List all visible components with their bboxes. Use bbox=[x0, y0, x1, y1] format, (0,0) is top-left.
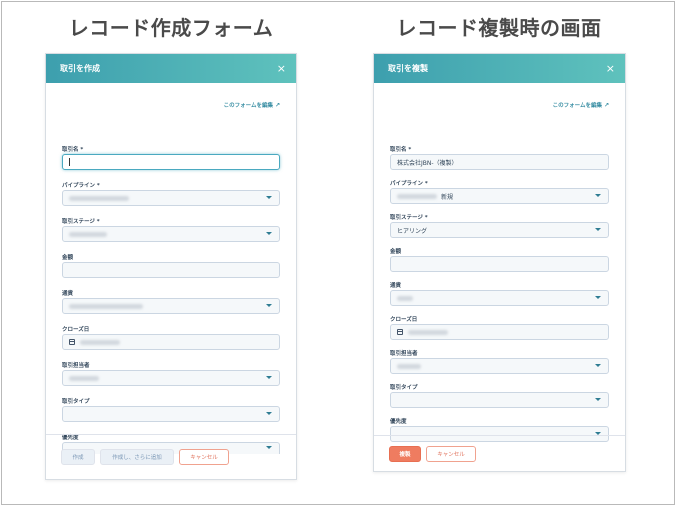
label-pipeline: パイプライン * bbox=[390, 181, 428, 187]
currency-select[interactable] bbox=[390, 290, 609, 306]
deal-stage-select[interactable] bbox=[62, 226, 280, 242]
owner-select[interactable] bbox=[62, 370, 280, 386]
field-amount: 金額 bbox=[62, 253, 280, 278]
field-close-date: クローズ日 bbox=[390, 315, 609, 340]
blurred-value bbox=[397, 295, 413, 301]
field-deal-stage: 取引ステージ * bbox=[62, 217, 280, 242]
deal-name-input[interactable]: 株式会社JBN-（複製） bbox=[390, 154, 609, 170]
label-owner: 取引担当者 bbox=[390, 351, 418, 357]
modal-footer: 複製 キャンセル bbox=[374, 435, 625, 471]
pipeline-select[interactable]: 新規 bbox=[390, 188, 609, 204]
field-owner: 取引担当者 bbox=[62, 361, 280, 386]
modal-header: 取引を複製 × bbox=[374, 54, 625, 83]
external-link-icon: ↗ bbox=[603, 101, 609, 109]
field-pipeline: パイプライン * bbox=[62, 181, 280, 206]
external-link-icon: ↗ bbox=[274, 101, 280, 109]
owner-select[interactable] bbox=[390, 358, 609, 374]
label-amount: 金額 bbox=[62, 255, 74, 261]
calendar-icon bbox=[397, 329, 403, 335]
chevron-down-icon bbox=[266, 232, 272, 235]
field-currency: 通貨 bbox=[62, 289, 280, 314]
caption-create-form: レコード作成フォーム bbox=[68, 16, 274, 40]
close-date-input[interactable] bbox=[390, 324, 609, 340]
pipeline-value: 新規 bbox=[441, 193, 454, 201]
chevron-down-icon bbox=[595, 398, 601, 401]
field-deal-type: 取引タイプ bbox=[62, 397, 280, 422]
chevron-down-icon bbox=[595, 194, 601, 197]
field-deal-stage: 取引ステージ * ヒアリング bbox=[390, 213, 609, 238]
blurred-value bbox=[69, 375, 99, 381]
label-deal-name: 取引名 * bbox=[62, 147, 84, 153]
close-date-input[interactable] bbox=[62, 334, 280, 350]
field-deal-name: 取引名 * bbox=[62, 145, 280, 170]
label-deal-name: 取引名 * bbox=[390, 147, 412, 153]
label-pipeline: パイプライン * bbox=[62, 183, 100, 189]
clone-button[interactable]: 複製 bbox=[389, 445, 421, 462]
field-deal-type: 取引タイプ bbox=[390, 383, 609, 408]
chevron-down-icon bbox=[266, 376, 272, 379]
blurred-value bbox=[80, 339, 120, 345]
label-deal-stage: 取引ステージ * bbox=[62, 219, 100, 225]
label-deal-type: 取引タイプ bbox=[62, 399, 90, 405]
cancel-button[interactable]: キャンセル bbox=[426, 445, 476, 462]
blurred-value bbox=[408, 329, 448, 335]
label-deal-stage: 取引ステージ * bbox=[390, 215, 428, 221]
field-pipeline: パイプライン * 新規 bbox=[390, 179, 609, 204]
modal-header: 取引を作成 × bbox=[46, 54, 296, 83]
caption-clone-form: レコード複製時の画面 bbox=[396, 16, 602, 40]
label-amount: 金額 bbox=[390, 249, 402, 255]
chevron-down-icon bbox=[595, 364, 601, 367]
modal-footer: 作成 作成し、さらに追加 キャンセル bbox=[46, 434, 296, 479]
deal-stage-value: ヒアリング bbox=[397, 227, 428, 235]
create-deal-modal: 取引を作成 × このフォームを編集 ↗ 取引名 * パイプライン * 取引ステー… bbox=[45, 53, 297, 480]
create-button[interactable]: 作成 bbox=[61, 449, 95, 465]
text-caret bbox=[69, 158, 70, 166]
blurred-value bbox=[69, 303, 143, 309]
clone-deal-modal: 取引を複製 × このフォームを編集 ↗ 取引名 * 株式会社JBN-（複製） パ… bbox=[373, 53, 626, 472]
currency-select[interactable] bbox=[62, 298, 280, 314]
label-currency: 通貨 bbox=[62, 291, 74, 297]
amount-input[interactable] bbox=[62, 262, 280, 278]
label-close-date: クローズ日 bbox=[62, 327, 90, 333]
close-icon[interactable]: × bbox=[277, 63, 286, 74]
edit-form-label: このフォームを編集 bbox=[552, 103, 602, 109]
field-deal-name: 取引名 * 株式会社JBN-（複製） bbox=[390, 145, 609, 170]
modal-title: 取引を複製 bbox=[388, 64, 428, 73]
deal-name-value: 株式会社JBN-（複製） bbox=[397, 159, 458, 167]
label-owner: 取引担当者 bbox=[62, 363, 90, 369]
chevron-down-icon bbox=[595, 296, 601, 299]
edit-form-link[interactable]: このフォームを編集 ↗ bbox=[223, 101, 280, 110]
deal-type-select[interactable] bbox=[62, 406, 280, 422]
deal-name-input[interactable] bbox=[62, 154, 280, 170]
blurred-value bbox=[69, 195, 129, 201]
chevron-down-icon bbox=[595, 228, 601, 231]
edit-form-link[interactable]: このフォームを編集 ↗ bbox=[552, 101, 609, 110]
deal-type-select[interactable] bbox=[390, 392, 609, 408]
chevron-down-icon bbox=[266, 196, 272, 199]
create-and-add-button[interactable]: 作成し、さらに追加 bbox=[100, 449, 174, 465]
label-deal-type: 取引タイプ bbox=[390, 385, 418, 391]
modal-title: 取引を作成 bbox=[60, 64, 100, 73]
calendar-icon bbox=[69, 339, 75, 345]
chevron-down-icon bbox=[266, 304, 272, 307]
field-currency: 通貨 bbox=[390, 281, 609, 306]
blurred-value bbox=[397, 363, 421, 369]
chevron-down-icon bbox=[266, 412, 272, 415]
field-close-date: クローズ日 bbox=[62, 325, 280, 350]
blurred-value bbox=[397, 193, 437, 199]
label-currency: 通貨 bbox=[390, 283, 402, 289]
blurred-value bbox=[69, 231, 107, 237]
field-owner: 取引担当者 bbox=[390, 349, 609, 374]
pipeline-select[interactable] bbox=[62, 190, 280, 206]
field-amount: 金額 bbox=[390, 247, 609, 272]
close-icon[interactable]: × bbox=[606, 63, 615, 74]
edit-form-label: このフォームを編集 bbox=[223, 103, 273, 109]
label-priority: 優先度 bbox=[390, 419, 407, 425]
deal-stage-select[interactable]: ヒアリング bbox=[390, 222, 609, 238]
amount-input[interactable] bbox=[390, 256, 609, 272]
label-close-date: クローズ日 bbox=[390, 317, 418, 323]
cancel-button[interactable]: キャンセル bbox=[179, 449, 229, 465]
